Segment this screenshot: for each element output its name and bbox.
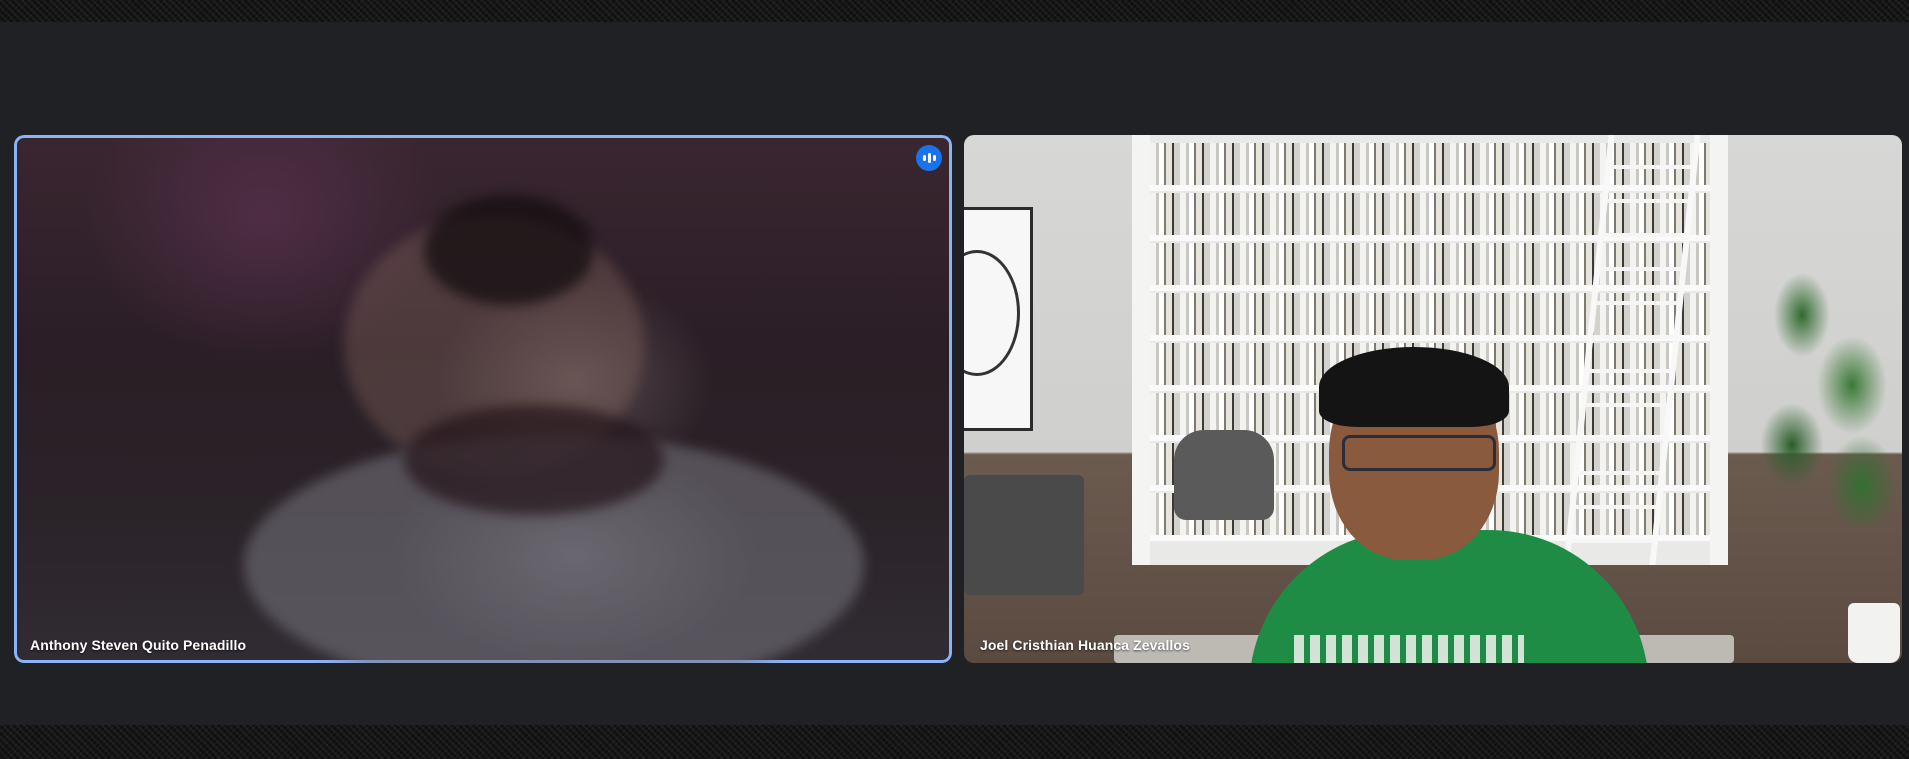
plant — [1742, 265, 1902, 525]
participant-hair — [1319, 347, 1509, 427]
wall-art — [964, 207, 1033, 431]
desktop-background-bottom — [0, 725, 1909, 759]
desktop-background-top — [0, 0, 1909, 22]
participant-hair-shadow — [424, 195, 594, 305]
participant-tile-active-speaker[interactable]: Anthony Steven Quito Penadillo — [14, 135, 952, 663]
headphones-shadow — [404, 405, 664, 515]
participant-tile[interactable]: Joel Cristhian Huanca Zevallos — [964, 135, 1902, 663]
hoodie-print — [1294, 635, 1524, 663]
plant-pot — [1848, 603, 1900, 663]
participant-name-label: Joel Cristhian Huanca Zevallos — [980, 637, 1190, 653]
audio-level-icon — [916, 145, 942, 171]
video-call-stage: Anthony Steven Quito Penadillo Joel Cris… — [0, 22, 1909, 725]
sofa — [964, 475, 1084, 595]
participant-name-label: Anthony Steven Quito Penadillo — [30, 637, 247, 653]
participant-glasses — [1342, 435, 1496, 471]
armchair — [1174, 430, 1274, 520]
